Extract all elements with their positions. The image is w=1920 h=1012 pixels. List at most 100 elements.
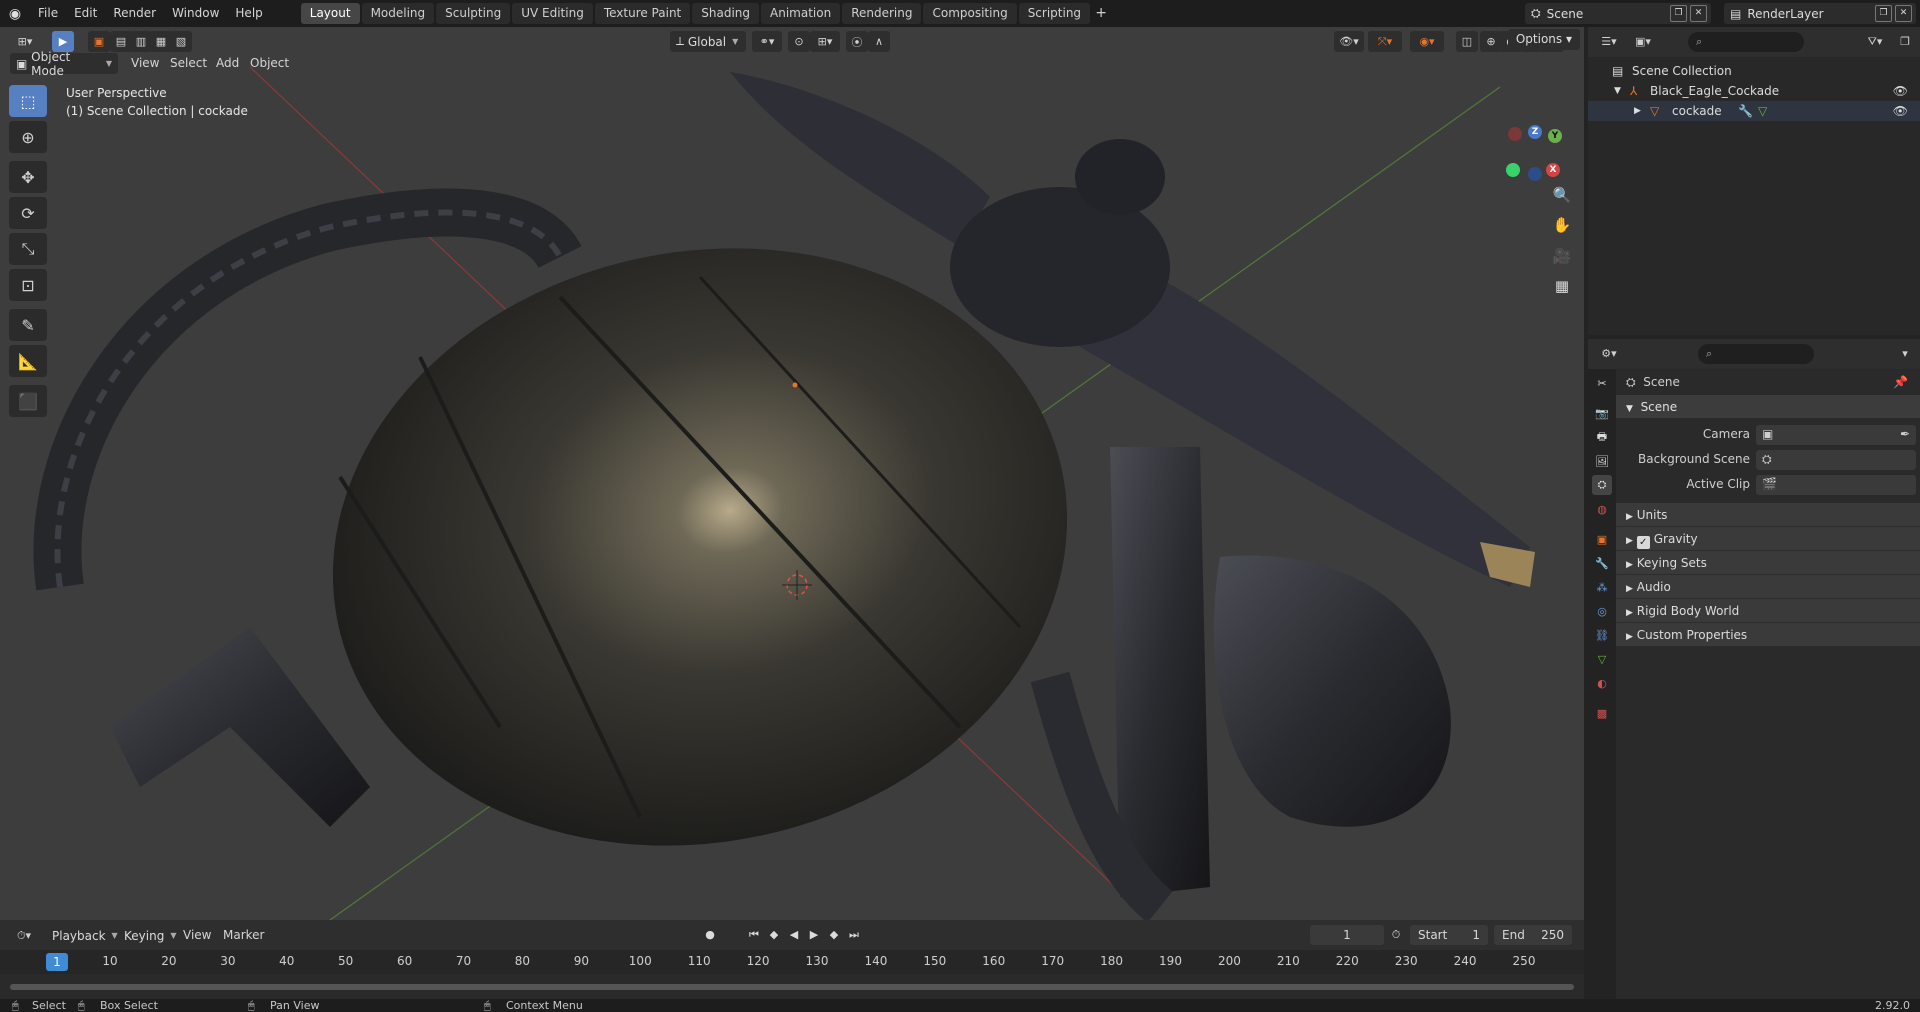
properties-options-icon[interactable]: ▾ [1894,343,1916,364]
tab-layout[interactable]: Layout [300,3,360,24]
expand-arrow-icon[interactable]: ▼ [1614,81,1621,101]
zoom-icon[interactable]: 🔍 [1547,181,1577,209]
new-layer-icon[interactable]: ❐ [1875,5,1892,22]
play-reverse-icon[interactable]: ◀ [786,927,802,943]
end-frame-field[interactable]: End 250 [1494,925,1572,945]
menu-window[interactable]: Window [164,0,227,27]
units-panel-header[interactable]: ▶ Units [1616,503,1920,527]
properties-editor-type-icon[interactable]: ⚙▾ [1594,343,1624,364]
xray-toggle-icon[interactable]: ◫ [1456,31,1478,52]
pan-hand-icon[interactable]: ✋ [1547,211,1577,239]
scene-selector[interactable]: ⛭ Scene ❐ ✕ [1525,3,1711,24]
gravity-panel-header[interactable]: ▶ ✓ Gravity [1616,527,1920,551]
preview-range-icon[interactable]: ⏱ [1388,927,1404,943]
rotate-tool-icon[interactable]: ⟳ [9,197,47,229]
object-mode-dropdown[interactable]: ▣ Object Mode ▼ [10,50,118,78]
scene-tab-icon[interactable]: ⛭ [1592,475,1612,495]
data-tab-icon[interactable]: ▽ [1592,649,1612,669]
gizmo-neg-y[interactable] [1506,163,1520,177]
gizmo-z-axis[interactable]: Z [1528,125,1542,139]
jump-keyframe-forward-icon[interactable]: ◆ [826,927,842,943]
transform-tool-icon[interactable]: ⊡ [9,269,47,301]
delete-layer-icon[interactable]: ✕ [1895,5,1912,22]
delete-scene-icon[interactable]: ✕ [1690,5,1707,22]
measure-tool-icon[interactable]: 📐 [9,345,47,377]
object-tab-icon[interactable]: ▣ [1592,529,1612,549]
timeline-menu-marker[interactable]: Marker [223,925,264,946]
outliner-editor-type-icon[interactable]: ☰▾ [1594,31,1624,52]
pin-icon[interactable]: 📌 [1893,369,1908,395]
view-layer-tab-icon[interactable]: 🖼 [1592,451,1612,471]
select-intersect-icon[interactable]: ▧ [170,31,192,52]
transform-orientation-dropdown[interactable]: ⟂ Global ▼ [670,31,746,52]
playback-dropdown[interactable]: Playback ▼ [46,925,118,946]
background-scene-field[interactable]: ⛭ [1756,450,1916,470]
outliner-row-collection[interactable]: ▼ ⅄ Black_Eagle_Cockade 👁 [1588,81,1920,101]
jump-keyframe-back-icon[interactable]: ◆ [766,927,782,943]
physics-tab-icon[interactable]: ◎ [1592,601,1612,621]
render-layer-selector[interactable]: ▤ RenderLayer ❐ ✕ [1724,3,1916,24]
menu-help[interactable]: Help [227,0,270,27]
menu-render[interactable]: Render [105,0,164,27]
timeline-menu-view[interactable]: View [183,925,211,946]
output-tab-icon[interactable]: 🖶 [1592,427,1612,447]
tab-texture-paint[interactable]: Texture Paint [594,3,691,24]
select-box-tool-icon[interactable]: ⬚ [9,85,47,117]
menu-file[interactable]: File [30,0,66,27]
snap-target-icon[interactable]: ⊞▾ [810,31,840,52]
material-tab-icon[interactable]: ◐ [1592,673,1612,693]
display-mode-icon[interactable]: ▣▾ [1628,31,1658,52]
current-frame-indicator[interactable]: 1 [46,953,68,971]
tab-compositing[interactable]: Compositing [923,3,1017,24]
tab-rendering[interactable]: Rendering [842,3,922,24]
viewport-menu-object[interactable]: Object [250,53,289,74]
tab-modeling[interactable]: Modeling [361,3,435,24]
viewport-menu-view[interactable]: View [131,53,159,74]
new-scene-icon[interactable]: ❐ [1670,5,1687,22]
camera-field[interactable]: ▣ ✒ [1756,425,1916,445]
viewport-menu-add[interactable]: Add [216,53,239,74]
select-subtract-icon[interactable]: ▥ [130,31,152,52]
outliner-search-input[interactable]: ⌕ [1688,32,1804,52]
timeline-scrollbar[interactable] [10,984,1574,990]
eyedropper-icon[interactable]: ✒ [1900,427,1910,441]
add-cube-tool-icon[interactable]: ⬛ [9,385,47,417]
outliner-row-object[interactable]: ▶ ▽ cockade 🔧 ▽ 👁 [1588,101,1920,121]
3d-viewport[interactable]: ⊞▾ ▶ ▣ ▤ ▥ ▦ ▧ ⟂ Global ▼ ⚭▾ ⊙ ⊞▾ ⦿ ∧ 👁▾ … [0,27,1584,920]
world-tab-icon[interactable]: ◍ [1592,499,1612,519]
gizmo-y-axis[interactable]: Y [1548,129,1562,143]
properties-search-input[interactable]: ⌕ [1698,344,1814,364]
viewport-menu-select[interactable]: Select [170,53,207,74]
tab-shading[interactable]: Shading [692,3,759,24]
custom-properties-panel-header[interactable]: ▶ Custom Properties [1616,623,1920,647]
filter-icon[interactable]: ⛛▾ [1860,31,1890,52]
select-invert-icon[interactable]: ▦ [150,31,172,52]
tool-tab-icon[interactable]: ✂ [1592,373,1612,393]
rigid-body-world-panel-header[interactable]: ▶ Rigid Body World [1616,599,1920,623]
modifier-wrench-icon[interactable]: 🔧 [1738,101,1753,121]
menu-edit[interactable]: Edit [66,0,105,27]
render-tab-icon[interactable]: 📷 [1592,403,1612,423]
particles-tab-icon[interactable]: ⁂ [1592,577,1612,597]
keying-sets-panel-header[interactable]: ▶ Keying Sets [1616,551,1920,575]
scale-tool-icon[interactable]: ⤡ [9,233,47,265]
play-icon[interactable]: ▶ [806,927,822,943]
scene-panel-header[interactable]: ▼ Scene [1616,395,1920,419]
new-collection-icon[interactable]: ❐ [1894,31,1916,52]
mesh-data-icon[interactable]: ▽ [1758,101,1767,121]
proportional-edit-icon[interactable]: ⦿ [846,31,868,52]
gizmo-toggle-icon[interactable]: ⤧▾ [1368,31,1402,52]
timeline-editor-type-icon[interactable]: ⏱▾ [8,925,40,946]
current-frame-field[interactable]: 1 [1310,925,1384,945]
annotate-tool-icon[interactable]: ✎ [9,309,47,341]
outliner-row-scene-collection[interactable]: ▤ Scene Collection [1588,61,1920,81]
jump-end-icon[interactable]: ⏭ [846,927,862,943]
pivot-point-icon[interactable]: ⚭▾ [752,31,782,52]
snap-toggle-icon[interactable]: ⊙ [788,31,810,52]
options-dropdown[interactable]: Options ▾ [1507,29,1580,50]
add-workspace-button[interactable]: + [1092,3,1110,24]
keying-dropdown[interactable]: Keying ▼ [118,925,176,946]
tab-uv-editing[interactable]: UV Editing [512,3,593,24]
gizmo-x-axis[interactable]: X [1546,163,1560,177]
tab-scripting[interactable]: Scripting [1018,3,1091,24]
